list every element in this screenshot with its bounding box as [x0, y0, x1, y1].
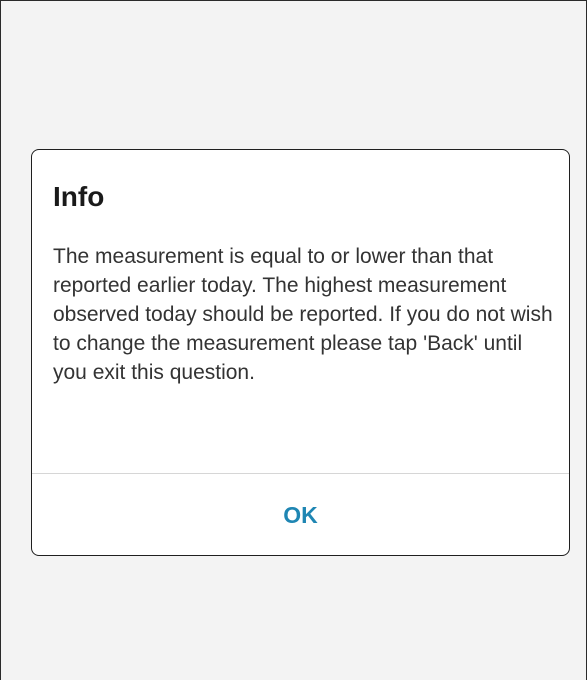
dialog-message: The measurement is equal to or lower tha…	[53, 245, 553, 384]
ok-button[interactable]: OK	[32, 474, 569, 555]
dialog-title: Info	[53, 181, 105, 212]
info-dialog: Info The measurement is equal to or lowe…	[31, 149, 570, 556]
app-screen: Info The measurement is equal to or lowe…	[0, 0, 587, 680]
